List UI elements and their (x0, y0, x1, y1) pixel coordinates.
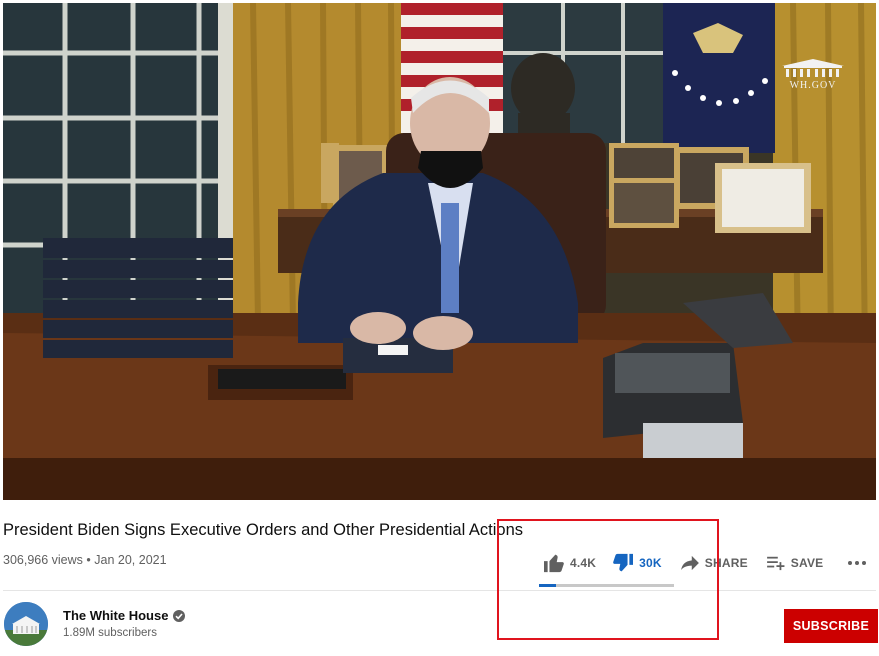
save-label: SAVE (790, 556, 824, 570)
highlight-annotation-box (497, 519, 719, 640)
video-frame-image (3, 3, 876, 500)
subscribe-button[interactable]: SUBSCRIBE (784, 609, 878, 643)
channel-avatar[interactable] (4, 602, 48, 646)
white-house-icon (782, 59, 844, 77)
upload-date: Jan 20, 2021 (94, 553, 167, 567)
save-button[interactable]: SAVE (766, 555, 824, 571)
more-horizontal-icon (848, 561, 867, 565)
channel-name[interactable]: The White House (63, 608, 186, 623)
playlist-add-icon (766, 556, 785, 571)
video-meta: 306,966 views • Jan 20, 2021 (3, 553, 167, 567)
view-count: 306,966 views (3, 553, 83, 567)
video-title: President Biden Signs Executive Orders a… (3, 521, 524, 539)
white-house-avatar-image (4, 602, 48, 646)
verified-check-icon (173, 609, 186, 622)
more-actions-button[interactable] (847, 560, 867, 566)
channel-name-text[interactable]: The White House (63, 608, 168, 623)
wh-gov-watermark: WH.GOV (780, 58, 846, 91)
divider (3, 590, 876, 591)
watermark-text: WH.GOV (789, 80, 837, 91)
meta-separator: • (86, 553, 91, 567)
video-player[interactable]: WH.GOV (3, 3, 876, 500)
subscriber-count: 1.89M subscribers (63, 627, 157, 639)
